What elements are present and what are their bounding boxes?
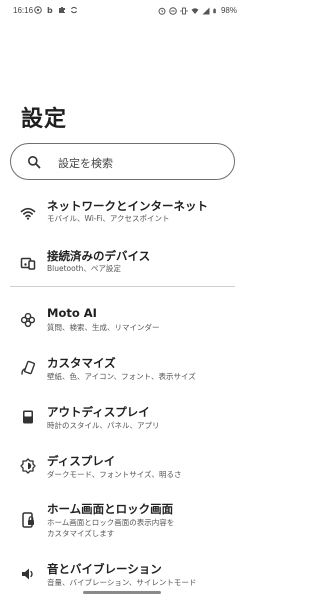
search-placeholder: 設定を検索 [58, 157, 113, 170]
outer-display-icon [23, 410, 33, 424]
status-bar: 16:16 b 98% [0, 0, 245, 24]
item-title: カスタマイズ [47, 356, 116, 370]
puzzle-icon [59, 7, 65, 13]
b-app-icon: b [47, 6, 53, 14]
display-icon [20, 458, 36, 474]
item-title: アウトディスプレイ [47, 405, 150, 419]
moto-ai-icon [20, 312, 36, 328]
spam-shield-icon [34, 6, 42, 14]
item-subtitle: モバイル、Wi-Fi、アクセスポイント [47, 214, 170, 223]
connected-devices-icon [20, 257, 36, 270]
signal-icon [202, 7, 210, 14]
settings-item-sound[interactable]: 音とバイブレーション 音量、バイブレーション、サイレントモード [0, 560, 245, 600]
settings-item-connected-devices[interactable]: 接続済みのデバイス Bluetooth、ペア設定 [0, 246, 245, 286]
page-title: 設定 [21, 107, 68, 132]
home-lock-icon [22, 512, 34, 528]
svg-text:b: b [47, 6, 53, 14]
section-divider [10, 286, 235, 287]
item-title: ネットワークとインターネット [47, 199, 208, 213]
item-subtitle: 質問、検索、生成、リマインダー [47, 323, 160, 332]
item-subtitle: 音量、バイブレーション、サイレントモード [47, 578, 197, 587]
settings-item-home-lock[interactable]: ホーム画面とロック画面 ホーム画面とロック画面の表示内容を カスタマイズします [0, 500, 245, 546]
settings-item-outer-display[interactable]: アウトディスプレイ 時計のスタイル、パネル、アプリ [0, 403, 245, 443]
notification-icons: b [34, 6, 78, 14]
item-title: ホーム画面とロック画面 [47, 502, 174, 516]
battery-percent: 98% [220, 6, 237, 15]
item-subtitle: 壁紙、色、アイコン、フォント、表示サイズ [47, 372, 196, 381]
wifi-icon [20, 207, 36, 220]
customize-icon [21, 360, 36, 375]
settings-item-display[interactable]: ディスプレイ ダークモード、フォントサイズ、明るさ [0, 451, 245, 491]
item-subtitle: Bluetooth、ペア設定 [47, 264, 121, 273]
search-bar[interactable]: 設定を検索 [10, 143, 235, 180]
battery-icon [213, 8, 216, 13]
item-title: 接続済みのデバイス [47, 249, 151, 263]
system-icons: 98% [158, 6, 237, 15]
dnd-icon [169, 6, 177, 15]
item-title: ディスプレイ [47, 454, 116, 468]
item-subtitle-line2: カスタマイズします [47, 529, 115, 538]
item-title: Moto AI [47, 306, 97, 320]
item-subtitle: 時計のスタイル、パネル、アプリ [47, 421, 160, 430]
sound-icon [22, 568, 33, 580]
settings-item-moto-ai[interactable]: Moto AI 質問、検索、生成、リマインダー [0, 306, 245, 346]
settings-item-network[interactable]: ネットワークとインターネット モバイル、Wi-Fi、アクセスポイント [0, 196, 245, 236]
wifi-status-icon [191, 7, 199, 14]
vibrate-icon [180, 7, 188, 14]
item-title: 音とバイブレーション [47, 562, 162, 576]
item-subtitle-line1: ホーム画面とロック画面の表示内容を [47, 518, 175, 527]
item-subtitle: ダークモード、フォントサイズ、明るさ [47, 470, 182, 479]
sync-icon [71, 6, 77, 14]
search-icon [28, 156, 41, 169]
settings-item-customize[interactable]: カスタマイズ 壁紙、色、アイコン、フォント、表示サイズ [0, 354, 245, 394]
alarm-icon [158, 7, 166, 15]
gesture-nav-handle[interactable] [83, 591, 161, 594]
status-time: 16:16 [13, 6, 34, 15]
